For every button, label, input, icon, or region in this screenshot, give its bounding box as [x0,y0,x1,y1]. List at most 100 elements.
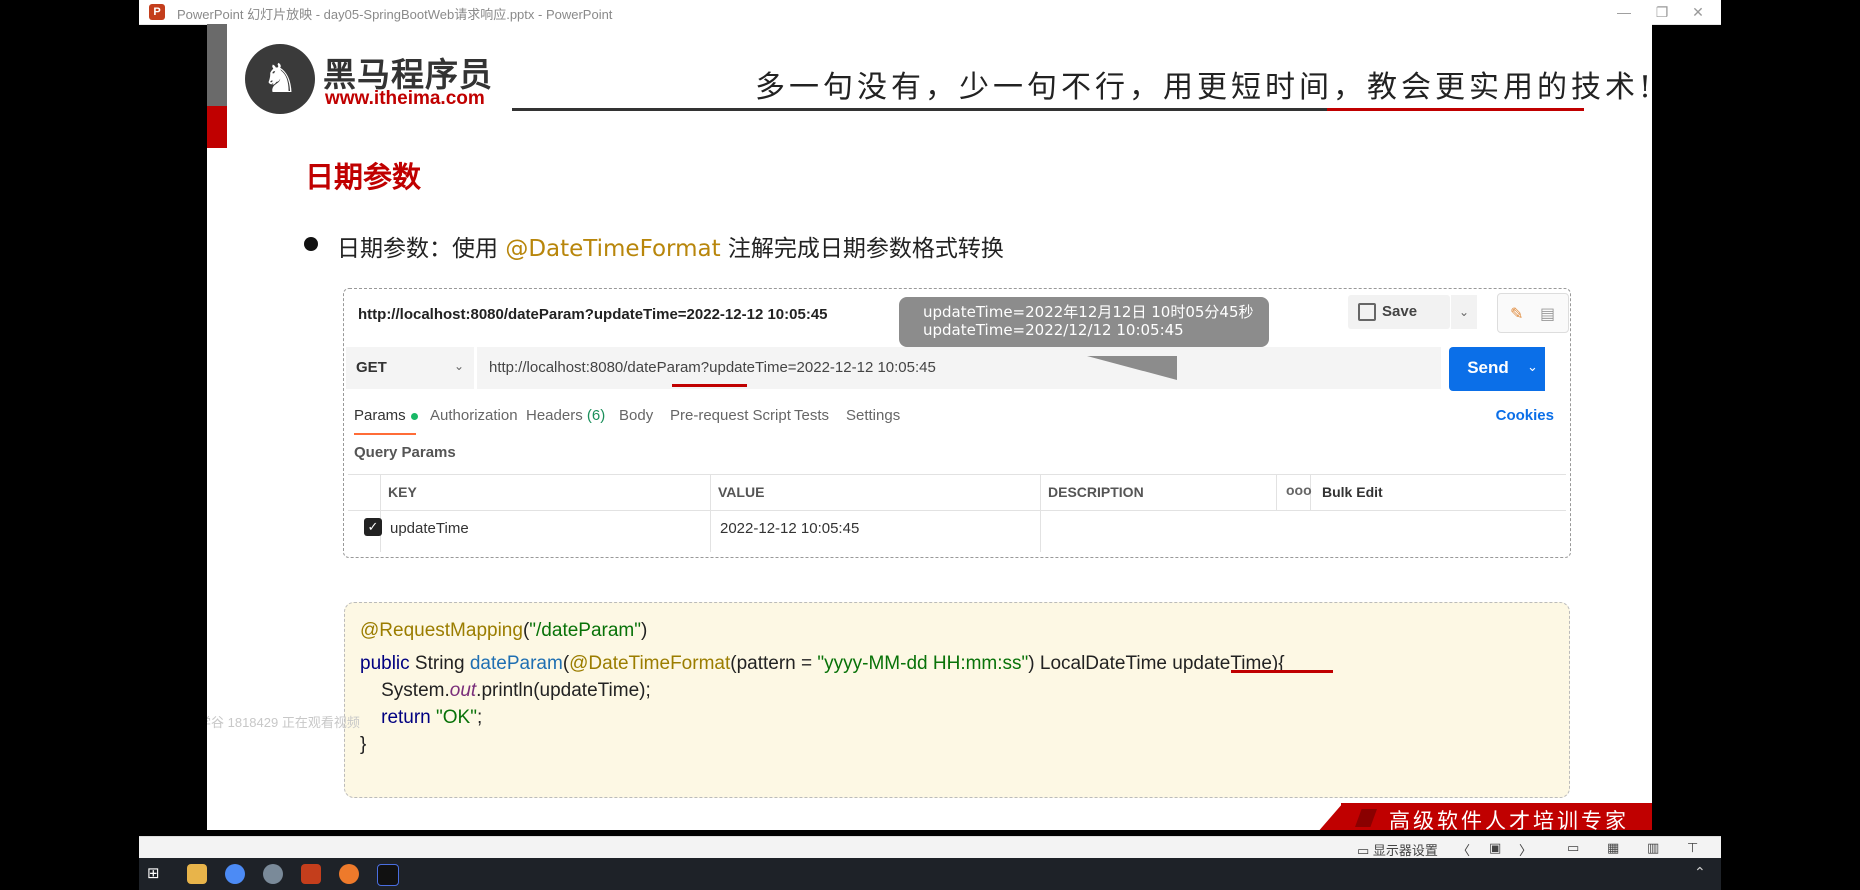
save-label: Save [1382,303,1418,320]
horse-logo-icon: ♞ [245,44,315,114]
status-dot-icon [410,412,418,420]
slogan: 多一句没有，少一句不行，用更短时间，教会更实用的技术! [755,70,1652,105]
callout-pointer [1087,356,1177,380]
bulk-edit-button[interactable]: Bulk Edit [1322,484,1383,500]
request-tabs: Params Authorization Headers (6) Body Pr… [354,407,1560,431]
url-param-underline [672,384,747,387]
table-border-top [348,474,1566,475]
tab-params[interactable]: Params [354,407,418,424]
code-line-4: return "OK"; [360,707,482,729]
column-header-description: DESCRIPTION [1048,484,1144,500]
param-value-cell[interactable]: 2022-12-12 10:05:45 [720,520,859,537]
method-select[interactable]: GET ⌄ [346,347,474,389]
file-explorer-icon[interactable] [187,864,207,884]
save-dropdown-chevron-icon[interactable]: ⌄ [1451,295,1477,329]
code-string: "/dateParam" [529,620,641,641]
code-static-field: out [449,680,477,701]
powerpoint-app-icon: P [149,4,165,20]
code-line-3: System.out.println(updateTime); [360,680,651,702]
display-settings-button[interactable]: ▭ 显示器设置 [1357,840,1438,859]
next-slide-icon[interactable]: 〉 [1519,840,1532,859]
send-label: Send [1467,358,1509,377]
column-header-key: KEY [388,484,417,500]
cookies-link[interactable]: Cookies [1496,407,1554,424]
accent-bar-gray [207,24,227,106]
code-string: "yyyy-MM-dd HH:mm:ss" [817,653,1029,674]
window-titlebar: P PowerPoint 幻灯片放映 - day05-SpringBootWeb… [139,0,1721,25]
request-name: http://localhost:8080/dateParam?updateTi… [358,306,828,323]
footer-banner: 高级软件人才培训专家 [1341,803,1652,830]
code-token: System. [360,680,450,701]
header-divider-accent [1327,108,1584,111]
date-format-callout: updateTime=2022年12月12日 10时05分45秒 updateT… [899,297,1269,347]
windows-start-icon[interactable]: ⊞ [147,866,163,882]
code-block: @RequestMapping("/dateParam") public Str… [344,602,1570,798]
code-token: ) LocalDateTime [1028,653,1173,674]
powerpoint-taskbar-icon[interactable] [301,864,321,884]
chevron-down-icon: ⌄ [453,359,464,373]
slide: ♞ 黑马程序员 www.itheima.com 多一句没有，少一句不行，用更短时… [207,24,1652,830]
postman-taskbar-icon[interactable] [339,864,359,884]
tab-params-label: Params [354,407,406,424]
more-options-icon[interactable]: ooo [1286,482,1312,498]
slide-sorter-icon[interactable]: ▣ [1489,840,1501,856]
comment-icon[interactable]: ▤ [1540,304,1555,324]
bullet-annotation: @DateTimeFormat [505,236,721,262]
app-icon[interactable] [263,864,283,884]
tab-headers-count: (6) [586,407,606,424]
callout-line-2: updateTime=2022/12/12 10:05:45 [923,321,1184,339]
edit-pencil-icon[interactable]: ✎ [1510,304,1523,324]
window-title: PowerPoint 幻灯片放映 - day05-SpringBootWeb请求… [177,7,613,22]
send-dropdown-chevron-icon[interactable]: ⌄ [1527,359,1538,375]
annotation-request-mapping: @RequestMapping [360,620,523,641]
save-icon [1358,303,1376,321]
banner-edge [1317,803,1343,830]
table-col-divider [1276,474,1277,510]
send-button[interactable]: Send ⌄ [1449,347,1545,391]
tab-body[interactable]: Body [619,407,653,424]
code-line-1: @RequestMapping("/dateParam") [360,620,647,642]
code-token: ) [641,620,648,641]
query-params-label: Query Params [354,444,456,461]
normal-view-icon[interactable]: ▭ [1567,840,1579,856]
code-token: ; [476,707,483,728]
bullet-prefix: 日期参数：使用 [337,236,506,262]
chrome-icon[interactable] [225,864,245,884]
code-method-name: dateParam [469,653,563,674]
code-line-5: } [360,734,367,755]
reading-view-icon[interactable]: ▥ [1647,840,1659,856]
tray-chevron-up-icon[interactable]: ⌃ [1694,864,1706,881]
tab-tests[interactable]: Tests [794,407,829,424]
grid-view-icon[interactable]: ▦ [1607,840,1619,856]
url-text: http://localhost:8080/dateParam?updateTi… [489,359,936,376]
tab-headers[interactable]: Headers (6) [526,407,605,424]
windows-taskbar: ⊞ ⌃ [139,858,1721,890]
slide-title: 日期参数 [305,160,422,194]
save-button[interactable]: Save [1348,295,1450,329]
param-key-cell[interactable]: updateTime [390,520,469,537]
annotation-datetimeformat: @DateTimeFormat [569,653,731,674]
tab-authorization[interactable]: Authorization [430,407,518,424]
callout-line-1: updateTime=2022年12月12日 10时05分45秒 [923,303,1254,321]
table-col-divider [1040,474,1041,552]
code-token: .println(updateTime); [476,680,651,701]
code-token: String [409,653,470,674]
previous-slide-icon[interactable]: 〈 [1457,840,1470,859]
row-checkbox[interactable]: ✓ [364,518,382,536]
table-col-divider [710,474,711,552]
viewer-watermark: 博学谷 1818429 正在观看视频 [207,715,360,730]
bullet-text: 日期参数：使用 @DateTimeFormat 注解完成日期参数格式转换 [337,229,1004,263]
url-input[interactable]: http://localhost:8080/dateParam?updateTi… [477,347,1441,389]
code-keyword: public [360,653,410,674]
intellij-taskbar-icon[interactable] [377,864,399,886]
tab-prerequest-script[interactable]: Pre-request Script [670,407,791,424]
tab-settings[interactable]: Settings [846,407,900,424]
method-label: GET [356,359,387,376]
side-toolbar: ✎ ▤ [1497,293,1569,333]
bullet-suffix: 注解完成日期参数格式转换 [720,236,1004,262]
banner-text: 高级软件人才培训专家 [1389,809,1629,830]
banner-stripe-icon [1355,809,1377,827]
close-button[interactable]: ✕ [1675,0,1721,24]
code-string: "OK" [436,707,477,728]
presenter-view-icon[interactable]: ⊤ [1687,840,1698,856]
